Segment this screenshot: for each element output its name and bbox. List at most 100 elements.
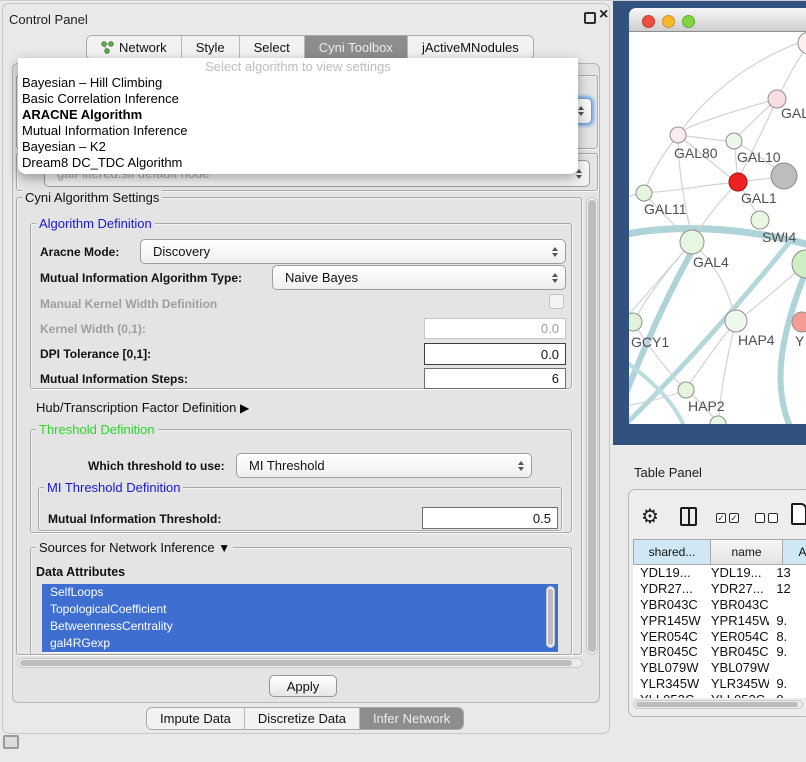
table-row[interactable]: YLL052CYLL052C9: [633, 691, 806, 698]
table-cell[interactable]: YLR345W: [704, 676, 769, 692]
close-panel-icon[interactable]: ×: [599, 6, 608, 24]
network-node[interactable]: [725, 310, 747, 332]
window-minimize-icon[interactable]: [662, 15, 675, 28]
table-cell[interactable]: YDR27...: [633, 581, 704, 597]
table-cell[interactable]: 9.: [769, 644, 806, 660]
tab-select[interactable]: Select: [240, 36, 305, 59]
kernel-width-input[interactable]: 0.0: [424, 318, 566, 339]
manual-kernel-width-checkbox[interactable]: [549, 294, 564, 309]
table-row[interactable]: YER054CYER054C8.: [633, 628, 806, 644]
gear-icon[interactable]: ⚙: [641, 504, 659, 529]
table-cell[interactable]: YBL079W: [633, 660, 704, 676]
algorithm-option[interactable]: Dream8 DC_TDC Algorithm: [18, 155, 578, 171]
network-node[interactable]: [792, 312, 806, 332]
table-row[interactable]: YDR27...YDR27...12: [633, 581, 806, 597]
table-cell[interactable]: YBR045C: [633, 644, 704, 660]
network-node[interactable]: [636, 185, 652, 201]
table-cell[interactable]: 8.: [769, 628, 806, 644]
network-canvas[interactable]: GALGAL80GAL10GAL1GAL11SWI4GAL4GCY1HAP4YH…: [629, 32, 806, 424]
tab-jactivemnodules[interactable]: jActiveMNodules: [408, 36, 533, 59]
attribute-item[interactable]: gal4RGexp: [42, 635, 558, 652]
table-row[interactable]: YPR145WYPR145W9.: [633, 612, 806, 628]
table-cell[interactable]: YER054C: [704, 628, 769, 644]
tab-discretize-data[interactable]: Discretize Data: [245, 708, 360, 729]
network-edge[interactable]: [684, 99, 777, 130]
table-row[interactable]: YLR345WYLR345W9.: [633, 676, 806, 692]
which-threshold-select[interactable]: MI Threshold: [236, 453, 532, 478]
column-header-shared[interactable]: shared...: [633, 539, 711, 565]
table-cell[interactable]: 9.: [769, 612, 806, 628]
table-cell[interactable]: 12: [769, 581, 806, 597]
attribute-list-scrollbar[interactable]: [546, 586, 555, 648]
network-node[interactable]: [751, 211, 769, 229]
tab-cyni-toolbox[interactable]: Cyni Toolbox: [305, 36, 408, 59]
window-close-icon[interactable]: [642, 15, 655, 28]
algorithm-option[interactable]: ARACNE Algorithm: [18, 107, 578, 123]
attribute-item[interactable]: BetweennessCentrality: [42, 618, 558, 635]
table-cell[interactable]: YLL052C: [633, 691, 704, 698]
select-all-icon[interactable]: ✓✓: [716, 513, 739, 523]
table-cell[interactable]: YLR345W: [633, 676, 704, 692]
network-node[interactable]: [629, 313, 642, 331]
tab-network[interactable]: Network: [87, 36, 182, 59]
table-cell[interactable]: 13: [769, 565, 806, 581]
table-cell[interactable]: YBR043C: [633, 597, 704, 613]
tab-infer-network[interactable]: Infer Network: [360, 708, 463, 729]
table-cell[interactable]: YLL052C: [704, 691, 769, 698]
table-cell[interactable]: YBR045C: [704, 644, 769, 660]
settings-horizontal-scrollbar[interactable]: [17, 658, 583, 668]
network-node[interactable]: [680, 230, 704, 254]
column-header-name[interactable]: name: [711, 539, 783, 565]
algorithm-option[interactable]: Basic Correlation Inference: [18, 91, 578, 107]
attribute-item[interactable]: SelfLoops: [42, 584, 558, 601]
dpi-tolerance-input[interactable]: 0.0: [424, 343, 566, 365]
table-cell[interactable]: YDR27...: [704, 581, 769, 597]
deselect-all-icon[interactable]: [755, 513, 778, 523]
network-edge[interactable]: [698, 182, 738, 232]
tab-style[interactable]: Style: [182, 36, 240, 59]
table-row[interactable]: YDL19...YDL19...13: [633, 565, 806, 581]
table-cell[interactable]: [769, 660, 806, 676]
hub-definition-expander[interactable]: Hub/Transcription Factor Definition ▶: [36, 400, 249, 415]
table-horizontal-scrollbar[interactable]: [633, 700, 803, 709]
network-node[interactable]: [678, 382, 694, 398]
document-icon[interactable]: [791, 503, 806, 525]
window-zoom-icon[interactable]: [682, 15, 695, 28]
algorithm-option[interactable]: Mutual Information Inference: [18, 123, 578, 139]
column-header-partial[interactable]: A: [783, 539, 806, 565]
table-cell[interactable]: YBR043C: [704, 597, 769, 613]
algorithm-option[interactable]: Bayesian – Hill Climbing: [18, 75, 578, 91]
table-cell[interactable]: 9: [769, 691, 806, 698]
mi-steps-input[interactable]: 6: [424, 368, 566, 389]
table-cell[interactable]: [769, 597, 806, 613]
data-attributes-list[interactable]: SelfLoopsTopologicalCoefficientBetweenne…: [42, 584, 558, 653]
table-cell[interactable]: YBL079W: [704, 660, 769, 676]
attribute-item[interactable]: TopologicalCoefficient: [42, 601, 558, 618]
settings-vertical-scrollbar[interactable]: [586, 197, 598, 655]
table-cell[interactable]: 9.: [769, 676, 806, 692]
network-node[interactable]: [771, 163, 797, 189]
mi-algorithm-type-select[interactable]: Naive Bayes: [272, 265, 566, 290]
network-node[interactable]: [798, 32, 806, 54]
columns-icon[interactable]: [680, 507, 697, 526]
table-cell[interactable]: YDL19...: [633, 565, 704, 581]
algorithm-option[interactable]: Bayesian – K2: [18, 139, 578, 155]
aracne-mode-select[interactable]: Discovery: [140, 239, 566, 264]
network-node[interactable]: [726, 133, 742, 149]
network-window-titlebar[interactable]: [629, 8, 806, 32]
network-node[interactable]: [670, 127, 686, 143]
table-row[interactable]: YBR043CYBR043C: [633, 597, 806, 613]
dock-panel-icon[interactable]: [3, 735, 19, 749]
table-cell[interactable]: YER054C: [633, 628, 704, 644]
float-window-icon[interactable]: [584, 12, 596, 24]
table-cell[interactable]: YPR145W: [704, 612, 769, 628]
network-node[interactable]: [729, 173, 747, 191]
network-edge[interactable]: [644, 183, 729, 193]
table-cell[interactable]: YDL19...: [704, 565, 769, 581]
table-row[interactable]: YBR045CYBR045C9.: [633, 644, 806, 660]
table-cell[interactable]: YPR145W: [633, 612, 704, 628]
table-row[interactable]: YBL079WYBL079W: [633, 660, 806, 676]
mi-threshold-input[interactable]: 0.5: [422, 507, 558, 529]
sources-expander[interactable]: Sources for Network Inference ▼: [36, 540, 233, 555]
tab-impute-data[interactable]: Impute Data: [147, 708, 245, 729]
